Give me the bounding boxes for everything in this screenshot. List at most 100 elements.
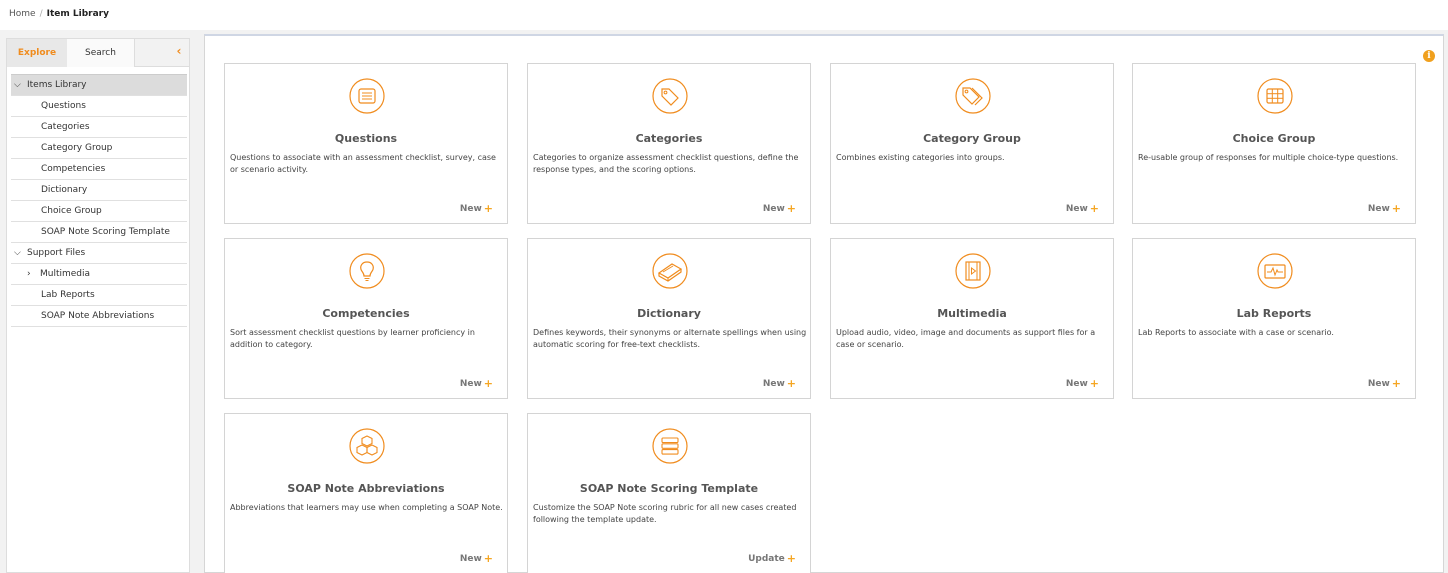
cubes-icon — [343, 428, 391, 464]
card-description: Customize the SOAP Note scoring rubric f… — [533, 503, 797, 524]
card-title: Category Group — [923, 132, 1021, 145]
sidebar: Explore Search ‹ ⌵ Items Library Questio… — [6, 38, 190, 573]
action-label: New — [459, 203, 482, 214]
plus-icon: + — [483, 552, 493, 565]
card-questions[interactable]: Questions Questions to associate with an… — [224, 63, 508, 224]
new-button[interactable]: New + — [1066, 377, 1099, 390]
card-multimedia[interactable]: Multimedia Upload audio, video, image an… — [830, 238, 1114, 399]
lightbulb-icon — [343, 253, 391, 289]
card-category-group[interactable]: Category Group Combines existing categor… — [830, 63, 1114, 224]
grid-icon — [1251, 78, 1299, 114]
pulse-monitor-icon — [1251, 253, 1299, 289]
card-description: Abbreviations that learners may use when… — [230, 503, 503, 512]
card-description: Lab Reports to associate with a case or … — [1138, 328, 1334, 337]
card-title: Competencies — [322, 307, 410, 320]
action-label: New — [1367, 378, 1390, 389]
card-description: Defines keywords, their synonyms or alte… — [533, 328, 807, 349]
card-soap-note-abbreviations[interactable]: SOAP Note Abbreviations Abbreviations th… — [224, 413, 508, 573]
chevron-down-icon: ⌵ — [14, 80, 21, 90]
tree-item-support-files[interactable]: ⌵ Support Files — [11, 243, 187, 264]
book-icon — [646, 253, 694, 289]
card-description: Upload audio, video, image and documents… — [836, 328, 1096, 349]
card-title: Multimedia — [937, 307, 1007, 320]
card-description: Questions to associate with an assessmen… — [230, 153, 496, 174]
update-button[interactable]: Update + — [748, 552, 796, 565]
tree-item-questions[interactable]: Questions — [11, 96, 187, 117]
card-title: SOAP Note Abbreviations — [287, 482, 445, 495]
card-title: Choice Group — [1232, 132, 1316, 145]
card-description: Re-usable group of responses for multipl… — [1138, 153, 1399, 162]
action-label: New — [1367, 203, 1390, 214]
action-label: New — [762, 203, 785, 214]
card-title: Categories — [635, 132, 703, 145]
tree-item-category-group[interactable]: Category Group — [11, 138, 187, 159]
tree-item-competencies[interactable]: Competencies — [11, 159, 187, 180]
action-label: Update — [748, 553, 785, 564]
card-lab-reports[interactable]: Lab Reports Lab Reports to associate wit… — [1132, 238, 1416, 399]
action-label: New — [459, 378, 482, 389]
card-choice-group[interactable]: Choice Group Re-usable group of response… — [1132, 63, 1416, 224]
card-dictionary[interactable]: Dictionary Defines keywords, their synon… — [527, 238, 811, 399]
plus-icon: + — [786, 377, 796, 390]
action-label: New — [1065, 378, 1088, 389]
tree-item-lab-reports[interactable]: Lab Reports — [11, 285, 187, 306]
tree-item-choice-group[interactable]: Choice Group — [11, 201, 187, 222]
tree-item-label: Multimedia — [40, 269, 91, 279]
chevron-down-icon: ⌵ — [14, 248, 21, 258]
breadcrumb-home[interactable]: Home — [9, 9, 36, 19]
tree-item-label: Support Files — [27, 248, 86, 258]
plus-icon: + — [786, 202, 796, 215]
card-soap-note-scoring-template[interactable]: SOAP Note Scoring Template Customize the… — [527, 413, 811, 573]
new-button[interactable]: New + — [1368, 202, 1401, 215]
card-title: SOAP Note Scoring Template — [579, 482, 759, 495]
new-button[interactable]: New + — [460, 552, 493, 565]
stack-list-icon — [646, 428, 694, 464]
questions-list-icon — [343, 78, 391, 114]
item-tree: ⌵ Items Library Questions Categories Cat… — [11, 74, 187, 327]
card-description: Sort assessment checklist questions by l… — [230, 328, 475, 349]
collapse-sidebar-icon[interactable]: ‹ — [173, 45, 185, 57]
action-label: New — [1065, 203, 1088, 214]
new-button[interactable]: New + — [1066, 202, 1099, 215]
tree-item-soap-note-abbreviations[interactable]: SOAP Note Abbreviations — [11, 306, 187, 327]
tree-item-multimedia[interactable]: › Multimedia — [11, 264, 187, 285]
new-button[interactable]: New + — [460, 377, 493, 390]
tree-item-categories[interactable]: Categories — [11, 117, 187, 138]
card-title: Lab Reports — [1236, 307, 1312, 320]
plus-icon: + — [1089, 377, 1099, 390]
tag-icon — [646, 78, 694, 114]
plus-icon: + — [1391, 202, 1401, 215]
breadcrumb: Home / Item Library — [9, 9, 109, 19]
plus-icon: + — [1089, 202, 1099, 215]
plus-icon: + — [483, 202, 493, 215]
tree-item-label: Items Library — [27, 80, 87, 90]
tree-item-dictionary[interactable]: Dictionary — [11, 180, 187, 201]
plus-icon: + — [786, 552, 796, 565]
new-button[interactable]: New + — [460, 202, 493, 215]
film-icon — [949, 253, 997, 289]
info-icon[interactable]: i — [1423, 50, 1435, 62]
plus-icon: + — [483, 377, 493, 390]
chevron-right-icon: › — [27, 269, 31, 279]
card-description: Categories to organize assessment checkl… — [533, 153, 799, 174]
new-button[interactable]: New + — [763, 377, 796, 390]
tree-item-soap-note-scoring-template[interactable]: SOAP Note Scoring Template — [11, 222, 187, 243]
card-title: Dictionary — [637, 307, 701, 320]
main-panel: i Questions Questions to associate with … — [204, 34, 1444, 573]
breadcrumb-separator: / — [39, 9, 43, 19]
new-button[interactable]: New + — [1368, 377, 1401, 390]
tab-explore[interactable]: Explore — [7, 39, 67, 67]
breadcrumb-current: Item Library — [46, 9, 109, 19]
action-label: New — [762, 378, 785, 389]
tab-search[interactable]: Search — [67, 39, 135, 67]
card-title: Questions — [334, 132, 398, 145]
sidebar-tabs: Explore Search ‹ — [7, 39, 189, 67]
card-categories[interactable]: Categories Categories to organize assess… — [527, 63, 811, 224]
new-button[interactable]: New + — [763, 202, 796, 215]
card-competencies[interactable]: Competencies Sort assessment checklist q… — [224, 238, 508, 399]
plus-icon: + — [1391, 377, 1401, 390]
action-label: New — [459, 553, 482, 564]
card-description: Combines existing categories into groups… — [836, 153, 1005, 162]
tags-icon — [949, 78, 997, 114]
tree-item-items-library[interactable]: ⌵ Items Library — [11, 75, 187, 96]
